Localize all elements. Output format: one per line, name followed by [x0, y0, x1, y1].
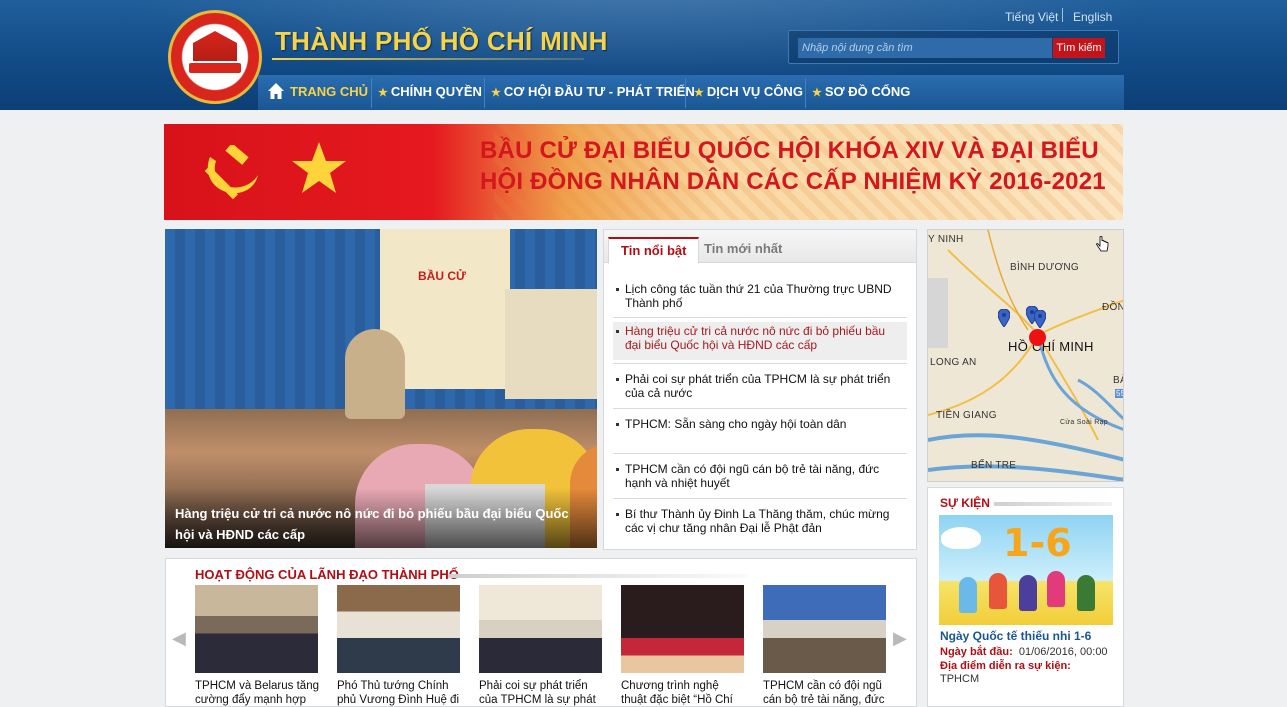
selected-location-marker[interactable]: [1029, 329, 1046, 346]
news-divider: [613, 408, 907, 409]
nav-divider: [805, 78, 806, 108]
dove-icon: [941, 527, 981, 549]
map-label: LONG AN: [930, 357, 977, 368]
nav-label: CHÍNH QUYỀN: [390, 84, 482, 99]
hand-cursor-icon: [1096, 236, 1109, 252]
star-icon: ★: [378, 87, 388, 99]
map-pin-icon[interactable]: [1034, 310, 1046, 328]
map-pin-icon[interactable]: [998, 309, 1010, 327]
tab-latest-news[interactable]: Tin mới nhất: [692, 237, 794, 264]
title-rule: [994, 502, 1112, 506]
event-image-text: 1-6: [1003, 521, 1072, 565]
nav-divider: [685, 78, 686, 108]
news-item[interactable]: Phải coi sự phát triển của TPHCM là sự p…: [613, 370, 907, 402]
road-shield: 55: [1115, 389, 1123, 398]
leader-photo[interactable]: [763, 585, 886, 673]
lang-divider: [1062, 8, 1063, 22]
search-button[interactable]: Tìm kiếm: [1053, 38, 1105, 58]
news-item[interactable]: Hàng triệu cử tri cả nước nô nức đi bỏ p…: [613, 322, 907, 360]
featured-caption[interactable]: Hàng triệu cử tri cả nước nô nức đi bỏ p…: [175, 503, 585, 545]
home-icon[interactable]: [267, 82, 285, 100]
leader-caption[interactable]: TPHCM và Belarus tăng cường đẩy mạnh hợp…: [195, 679, 321, 707]
title-rule: [448, 574, 748, 578]
lang-vietnamese-link[interactable]: Tiếng Việt: [1005, 10, 1058, 26]
event-start: Ngày bắt đầu: 01/06/2016, 00:00: [940, 646, 1108, 658]
event-place-value: TPHCM: [940, 673, 980, 685]
poster-title: BẦU CỬ: [418, 269, 466, 283]
title-underline: [272, 58, 584, 60]
nav-item-home[interactable]: TRANG CHỦ: [290, 75, 368, 110]
leader-caption[interactable]: Phó Thủ tướng Chính phủ Vương Đình Huệ đ…: [337, 679, 463, 707]
map-label: BẾN TRE: [971, 460, 1017, 471]
star-icon: ★: [491, 87, 501, 99]
city-map[interactable]: Y NINH BÌNH DƯƠNG ĐỒNG HỒ CHÍ MINH LONG …: [927, 229, 1124, 482]
map-label: ĐỒNG: [1102, 302, 1123, 313]
map-label: TIỀN GIANG: [936, 410, 997, 421]
event-section-title: SỰ KIỆN: [940, 496, 990, 510]
map-label: Cửa Soài Rạp: [1060, 419, 1108, 426]
bust-statue: [345, 329, 405, 419]
main-nav: TRANG CHỦ ★ CHÍNH QUYỀN ★ CƠ HỘI ĐẦU TƯ - …: [258, 75, 1124, 110]
event-place: Địa điểm diễn ra sự kiện:: [940, 660, 1071, 672]
star-icon: ★: [812, 87, 822, 99]
news-tabbar: Tin nổi bật Tin mới nhất: [604, 230, 916, 264]
nav-divider: [371, 78, 372, 108]
leader-caption[interactable]: Phải coi sự phát triển của TPHCM là sự p…: [479, 679, 605, 707]
carousel-next-arrow-icon[interactable]: ▶: [893, 629, 909, 647]
nav-label: TRANG CHỦ: [290, 84, 368, 99]
news-divider: [613, 498, 907, 499]
news-item[interactable]: TPHCM: Sẵn sàng cho ngày hội toàn dân: [613, 415, 907, 433]
nav-label: SƠ ĐỒ CỔNG: [824, 84, 911, 99]
yellow-star-icon: [292, 142, 346, 193]
leader-photo[interactable]: [479, 585, 602, 673]
banner-line-2: HỘI ĐỒNG NHÂN DÂN CÁC CẤP NHIỆM KỲ 2016-…: [480, 168, 1106, 195]
nav-label: CƠ HỘI ĐẦU TƯ - PHÁT TRIỂN: [503, 84, 695, 99]
news-divider: [613, 453, 907, 454]
star-icon: ★: [694, 87, 704, 99]
map-label: Y NINH: [928, 234, 964, 245]
news-item[interactable]: Bí thư Thành ủy Đinh La Thăng thăm, chúc…: [613, 505, 907, 537]
city-hall-emblem-icon: [193, 31, 237, 61]
nav-item-government[interactable]: ★ CHÍNH QUYỀN: [378, 75, 482, 110]
event-start-value: 01/06/2016, 00:00: [1018, 646, 1108, 658]
leader-photo[interactable]: [337, 585, 460, 673]
nav-item-public-services[interactable]: ★ DỊCH VỤ CÔNG: [694, 75, 803, 110]
news-divider: [613, 363, 907, 364]
tab-featured-news[interactable]: Tin nổi bật: [608, 237, 700, 264]
leader-photo[interactable]: [195, 585, 318, 673]
nav-item-sitemap[interactable]: ★ SƠ ĐỒ CỔNG: [812, 75, 910, 110]
event-start-label: Ngày bắt đầu:: [940, 646, 1013, 658]
map-label: BÀ: [1113, 375, 1123, 386]
leader-photo[interactable]: [621, 585, 744, 673]
event-name-link[interactable]: Ngày Quốc tế thiếu nhi 1-6: [940, 629, 1091, 643]
search-input[interactable]: [798, 38, 1052, 58]
event-panel: SỰ KIỆN 1-6 Ngày Quốc tế thiếu nhi 1-6 N…: [927, 487, 1124, 707]
news-divider: [613, 317, 907, 318]
leaders-activities-panel: HOẠT ĐỘNG CỦA LÃNH ĐẠO THÀNH PHỐ ◀ ▶ TPH…: [165, 558, 917, 707]
map-label: BÌNH DƯƠNG: [1010, 262, 1080, 273]
featured-photo[interactable]: BẦU CỬ Hàng triệu cử tri cả nước nô nức …: [165, 229, 597, 548]
leader-caption[interactable]: Chương trình nghệ thuật đặc biệt “Hồ Chí…: [621, 679, 747, 707]
nav-item-investment[interactable]: ★ CƠ HỘI ĐẦU TƯ - PHÁT TRIỂN: [491, 75, 695, 110]
news-item[interactable]: Lịch công tác tuần thứ 21 của Thường trự…: [613, 280, 907, 312]
map-label-city: HỒ CHÍ MINH: [1008, 339, 1094, 354]
leader-caption[interactable]: TPHCM cần có đội ngũ cán bộ trẻ tài năng…: [763, 679, 889, 707]
children-day-image[interactable]: 1-6: [939, 515, 1113, 625]
lang-english-link[interactable]: English: [1073, 10, 1112, 26]
nav-label: DỊCH VỤ CÔNG: [706, 84, 803, 99]
logo-caption: SÀI GÒN TP HỒ CHÍ MINH: [191, 75, 239, 87]
event-place-label: Địa điểm diễn ra sự kiện:: [940, 660, 1071, 672]
nav-divider: [484, 78, 485, 108]
leaders-section-title: HOẠT ĐỘNG CỦA LÃNH ĐẠO THÀNH PHỐ: [195, 567, 459, 582]
hammer-sickle-icon: [204, 145, 258, 200]
city-logo[interactable]: SÀI GÒN TP HỒ CHÍ MINH: [168, 10, 262, 104]
site-title[interactable]: THÀNH PHỐ HỒ CHÍ MINH: [275, 26, 608, 57]
emblem-base: [189, 63, 241, 73]
banner-line-1: BẦU CỬ ĐẠI BIỂU QUỐC HỘI KHÓA XIV VÀ ĐẠI…: [480, 137, 1099, 164]
news-item[interactable]: TPHCM cần có đội ngũ cán bộ trẻ tài năng…: [613, 460, 907, 492]
carousel-prev-arrow-icon[interactable]: ◀: [172, 629, 188, 647]
